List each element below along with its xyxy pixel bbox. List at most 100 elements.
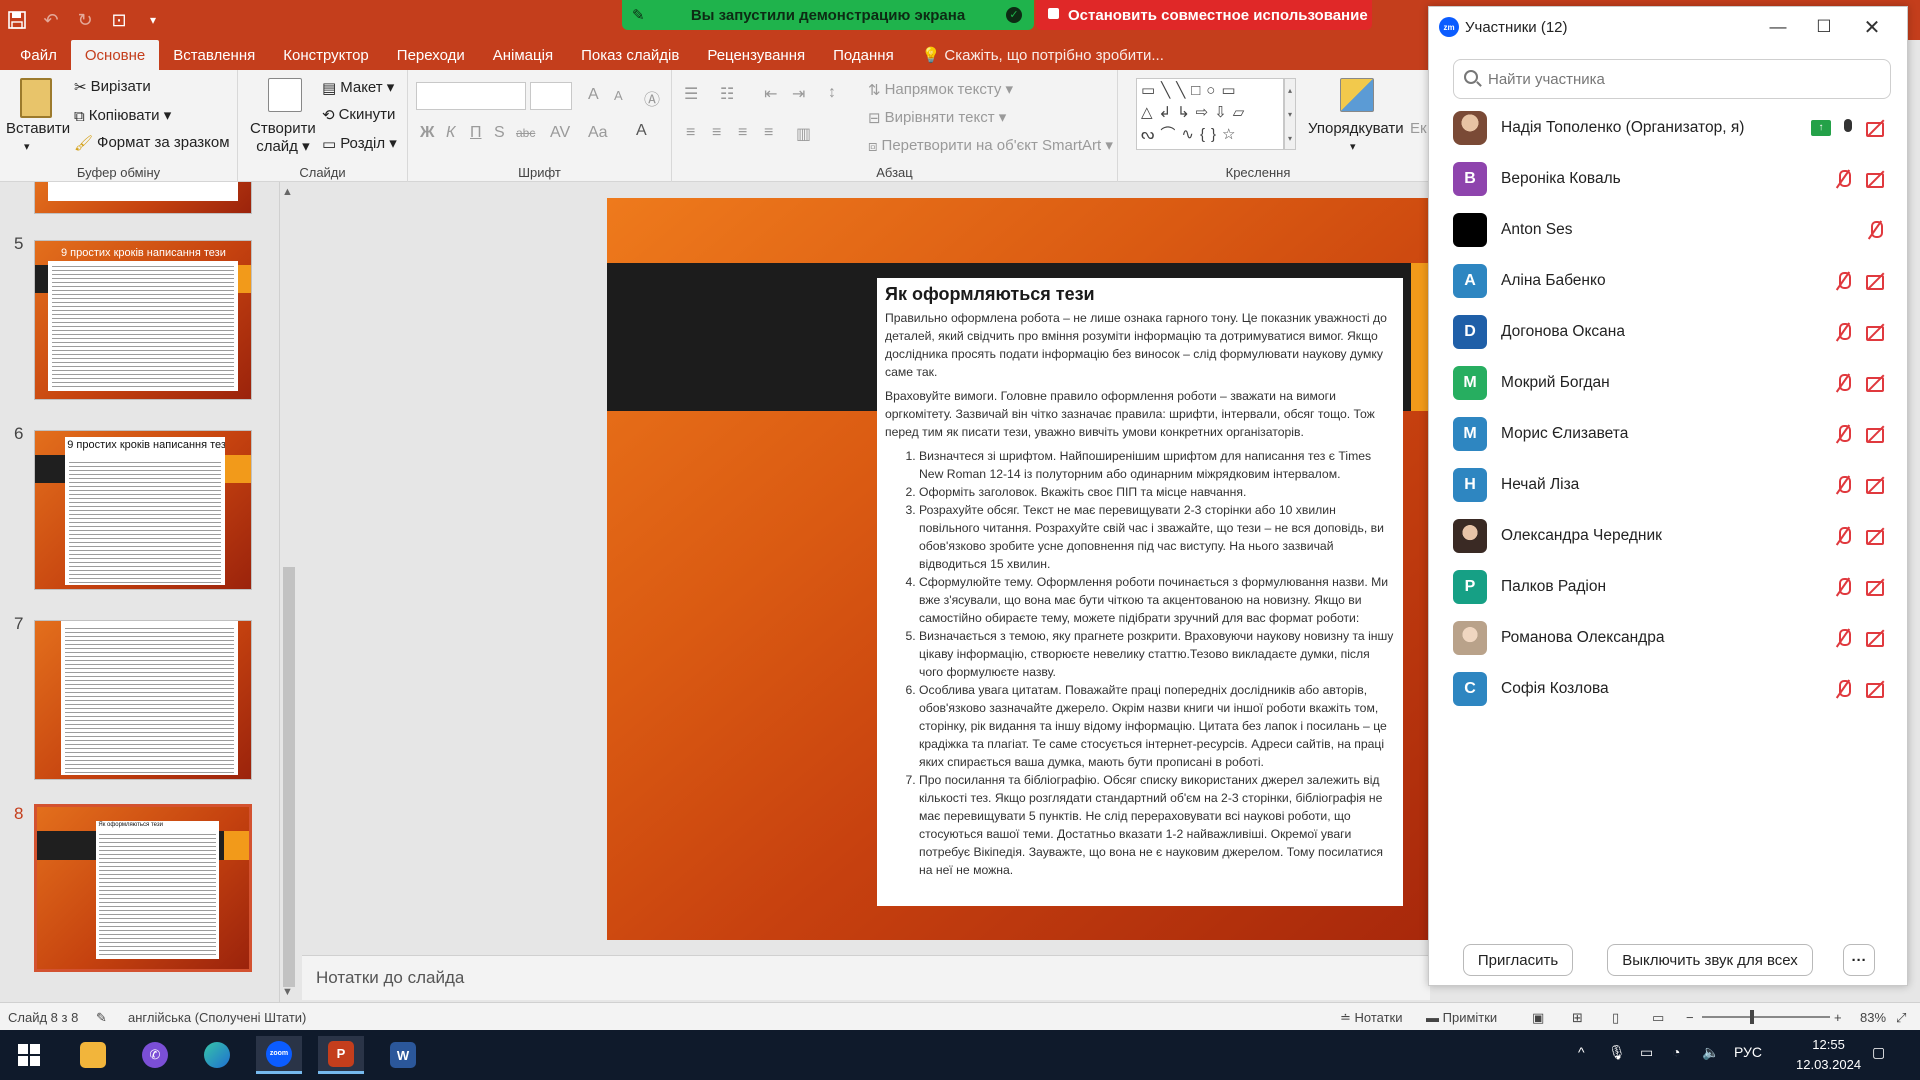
mic-off-icon[interactable] <box>1833 373 1855 393</box>
more-options-button[interactable]: ··· <box>1843 944 1875 976</box>
mic-off-icon[interactable] <box>1833 424 1855 444</box>
participant-search-input[interactable]: Найти участника <box>1453 59 1891 99</box>
battery-icon[interactable]: ▭ <box>1640 1044 1653 1061</box>
format-painter-button[interactable]: 🖌 Формат за зразком <box>74 134 230 152</box>
camera-off-icon[interactable] <box>1865 322 1887 342</box>
participant-row[interactable]: Олександра Чередник <box>1453 512 1893 560</box>
language-status[interactable]: англійська (Сполучені Штати) <box>128 1010 306 1025</box>
slide-thumbnail-7[interactable] <box>34 620 252 780</box>
font-size-box[interactable] <box>530 82 572 110</box>
tab-file[interactable]: Файл <box>6 40 71 70</box>
smartart-button[interactable]: ⧈ Перетворити на об'єкт SmartArt ▾ <box>868 136 1113 155</box>
input-language[interactable]: РУС <box>1734 1044 1762 1060</box>
minimize-icon[interactable]: — <box>1755 13 1801 41</box>
notes-toggle[interactable]: ≐ Нотатки <box>1340 1010 1403 1026</box>
maximize-icon[interactable]: ☐ <box>1801 13 1847 41</box>
line-spacing-icon[interactable]: ↕ <box>828 84 836 102</box>
undo-icon[interactable]: ↶ <box>34 0 68 40</box>
spellcheck-icon[interactable]: ✎ <box>96 1010 107 1026</box>
align-left-icon[interactable]: ≡ <box>686 124 695 142</box>
show-hidden-icons[interactable]: ^ <box>1578 1044 1585 1060</box>
camera-off-icon[interactable] <box>1865 373 1887 393</box>
quick-styles-button-partial[interactable]: Ек <box>1410 120 1427 137</box>
camera-off-icon[interactable] <box>1865 526 1887 546</box>
copy-button[interactable]: ⧉ Копіювати ▾ <box>74 106 171 125</box>
participant-row[interactable]: Н Нечай Ліза <box>1453 461 1893 509</box>
layout-button[interactable]: ▤ Макет ▾ <box>322 78 394 97</box>
wifi-icon[interactable]: ◔ <box>1672 1044 1680 1060</box>
tab-animations[interactable]: Анімація <box>479 40 567 70</box>
zoom-in-icon[interactable]: + <box>1834 1010 1842 1025</box>
mic-off-icon[interactable] <box>1833 679 1855 699</box>
tab-insert[interactable]: Вставлення <box>159 40 269 70</box>
reading-view-icon[interactable]: ▯ <box>1612 1010 1619 1026</box>
shrink-font-icon[interactable]: A <box>614 88 623 103</box>
current-slide[interactable]: Як оформляються тези Правильно оформлена… <box>607 198 1433 940</box>
char-spacing-icon[interactable]: AV <box>550 124 570 142</box>
participant-row[interactable]: А Аліна Бабенко <box>1453 257 1893 305</box>
camera-off-icon[interactable] <box>1865 679 1887 699</box>
align-center-icon[interactable]: ≡ <box>712 124 721 142</box>
tell-me-box[interactable]: 💡 Скажіть, що потрібно зробити... <box>908 40 1178 70</box>
gallery-scroll[interactable]: ▴ ▾ ▾ <box>1284 78 1296 150</box>
zoom-out-icon[interactable]: − <box>1686 1010 1694 1025</box>
participant-row[interactable]: М Морис Єлизавета <box>1453 410 1893 458</box>
normal-view-icon[interactable]: ▣ <box>1532 1010 1544 1026</box>
align-right-icon[interactable]: ≡ <box>738 124 747 142</box>
align-text-button[interactable]: ⊟ Вирівняти текст ▾ <box>868 108 1006 127</box>
camera-off-icon[interactable] <box>1865 628 1887 648</box>
slideshow-view-icon[interactable]: ▭ <box>1652 1010 1664 1026</box>
participant-row[interactable]: P Палков Радіон <box>1453 563 1893 611</box>
mic-off-icon[interactable] <box>1833 577 1855 597</box>
participant-row[interactable]: В Вероніка Коваль <box>1453 155 1893 203</box>
zoom-app-button[interactable]: zoom <box>256 1036 302 1074</box>
justify-icon[interactable]: ≡ <box>764 124 773 142</box>
participant-row[interactable]: C Софія Козлова <box>1453 665 1893 713</box>
save-icon[interactable] <box>0 0 34 40</box>
customize-toolbar-icon[interactable]: ▾ <box>136 0 170 40</box>
slide-thumbnail-4-partial[interactable] <box>34 182 252 214</box>
reset-button[interactable]: ⟲ Скинути <box>322 106 395 124</box>
notes-pane[interactable]: Нотатки до слайда <box>302 955 1430 1000</box>
mic-off-icon[interactable] <box>1833 322 1855 342</box>
notifications-icon[interactable]: ▢ <box>1872 1044 1885 1061</box>
camera-off-icon[interactable] <box>1865 577 1887 597</box>
volume-icon[interactable]: 🔈 <box>1702 1044 1719 1061</box>
camera-off-icon[interactable] <box>1865 118 1887 138</box>
numbering-icon[interactable]: ☷ <box>720 84 734 104</box>
text-direction-button[interactable]: ⇅ Напрямок тексту ▾ <box>868 80 1013 99</box>
tab-transitions[interactable]: Переходи <box>383 40 479 70</box>
arrange-button[interactable]: Упорядкувати <box>1308 120 1404 137</box>
decrease-indent-icon[interactable]: ⇤ <box>764 84 777 104</box>
edge-button[interactable] <box>194 1036 240 1074</box>
participant-row[interactable]: D Догонова Оксана <box>1453 308 1893 356</box>
slide-sorter-icon[interactable]: ⊞ <box>1572 1010 1583 1026</box>
participant-row[interactable]: Надія Тополенко (Организатор, я) ↑ <box>1453 104 1893 152</box>
camera-off-icon[interactable] <box>1865 424 1887 444</box>
increase-indent-icon[interactable]: ⇥ <box>792 84 805 104</box>
camera-off-icon[interactable] <box>1865 169 1887 189</box>
columns-icon[interactable]: ▥ <box>796 124 811 144</box>
mic-off-icon[interactable] <box>1833 628 1855 648</box>
zoom-slider[interactable] <box>1702 1010 1830 1024</box>
mute-all-button[interactable]: Выключить звук для всех <box>1607 944 1813 976</box>
scroll-down-icon[interactable]: ▼ <box>282 986 293 998</box>
cut-button[interactable]: ✂ Вирізати <box>74 78 151 96</box>
tab-view[interactable]: Подання <box>819 40 908 70</box>
microphone-icon[interactable]: 🎙 <box>1608 1044 1626 1061</box>
mic-off-icon[interactable] <box>1833 271 1855 291</box>
zoom-slider-thumb[interactable] <box>1750 1010 1754 1024</box>
camera-off-icon[interactable] <box>1865 271 1887 291</box>
redo-icon[interactable]: ↻ <box>68 0 102 40</box>
grow-font-icon[interactable]: A <box>588 86 599 104</box>
close-icon[interactable]: ✕ <box>1849 13 1895 41</box>
section-button[interactable]: ▭ Розділ ▾ <box>322 134 397 153</box>
tab-home[interactable]: Основне <box>70 40 160 70</box>
slide-thumbnail-8[interactable]: Як оформляються тези <box>34 804 252 972</box>
mic-off-icon[interactable] <box>1865 220 1887 240</box>
camera-off-icon[interactable] <box>1865 475 1887 495</box>
tab-review[interactable]: Рецензування <box>693 40 819 70</box>
clear-format-icon[interactable]: Ⓐ <box>644 86 660 110</box>
mic-off-icon[interactable] <box>1833 475 1855 495</box>
powerpoint-button[interactable]: P <box>318 1036 364 1074</box>
